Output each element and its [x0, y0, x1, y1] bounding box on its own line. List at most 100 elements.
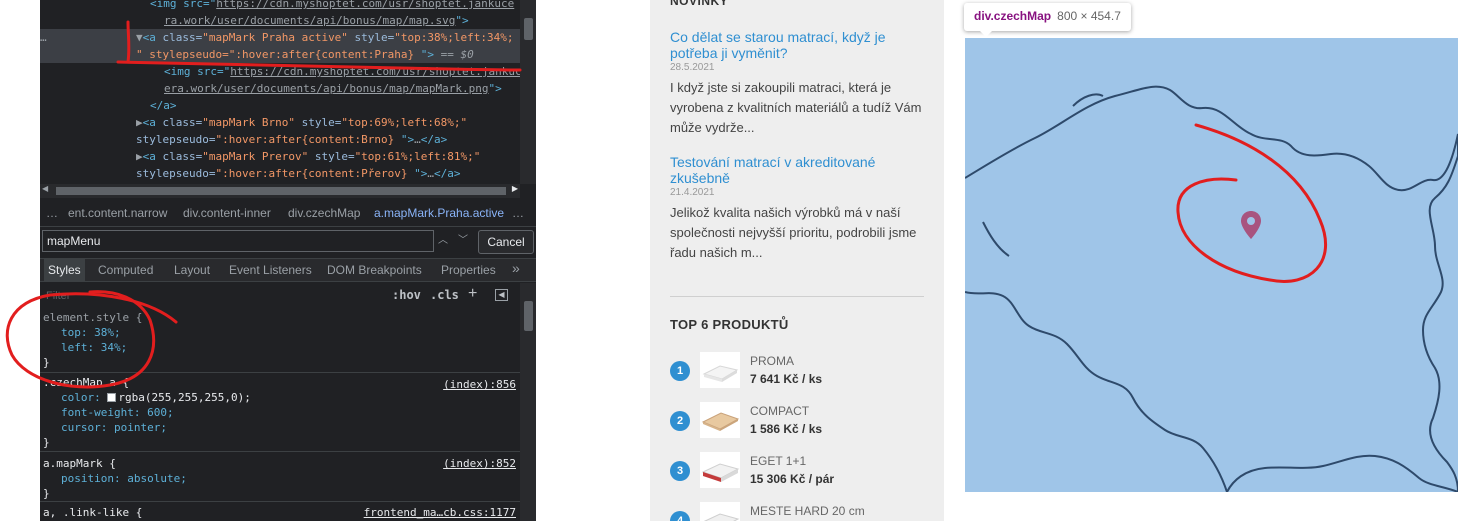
tree-line-img-map[interactable]: <img src="https://cdn.myshoptet.com/usr/… [40, 0, 520, 12]
tree-line-img-mark-cont[interactable]: era.work/user/documents/api/bonus/map/ma… [40, 80, 520, 97]
product-image[interactable] [700, 402, 740, 438]
article-excerpt: I když jste si zakoupili matraci, která … [670, 80, 922, 135]
attr-value: ":hover:after{content:Praha} [228, 48, 415, 61]
tree-line-prerov[interactable]: ▶<a class="mapMark Prerov" style="top:61… [40, 148, 520, 165]
product-price: 1 586 Kč / ks [750, 422, 823, 436]
color-swatch-icon[interactable] [107, 393, 117, 402]
rule-source-link[interactable]: (index):852 [443, 456, 516, 471]
search-next-icon[interactable]: ﹀ [454, 231, 472, 251]
attr-value: "top:38%;left:34%; [394, 31, 514, 44]
tab-properties[interactable]: Properties [441, 263, 496, 277]
rule-element-style[interactable]: element.style { top: 38%; left: 34%; } [40, 310, 520, 373]
src-link[interactable]: ra.work/user/documents/api/bonus/map/map… [40, 14, 455, 27]
filter-input[interactable]: Filter [46, 290, 70, 302]
product-item[interactable]: 3 EGET 1+1 15 306 Kč / pár [670, 450, 930, 490]
expand-triangle-icon[interactable]: ▶ [40, 150, 143, 163]
src-link[interactable]: era.work/user/documents/api/bonus/map/ma… [40, 82, 489, 95]
tab-computed[interactable]: Computed [98, 263, 153, 277]
scroll-left-arrow-icon[interactable]: ◀ [42, 184, 48, 193]
tab-dom-breakpoints[interactable]: DOM Breakpoints [327, 263, 422, 277]
search-previous-icon[interactable]: ︿ [434, 231, 452, 251]
product-image[interactable] [700, 352, 740, 388]
tag-end: </a> [420, 133, 448, 146]
tree-line-selected-praha-cont[interactable]: " stylepseudo=":hover:after{content:Prah… [40, 46, 520, 63]
tab-event-listeners[interactable]: Event Listeners [229, 263, 312, 277]
product-item[interactable]: 1 PROMA 7 641 Kč / ks [670, 350, 930, 390]
gutter-dots[interactable]: … [40, 29, 47, 46]
scrollbar-thumb[interactable] [524, 301, 533, 331]
styles-scrollbar[interactable] [520, 283, 536, 521]
collapsed-ellipsis[interactable]: … [414, 133, 421, 146]
scrollbar-thumb[interactable] [56, 187, 506, 195]
article-item: Co dělat se starou matrací, když je potř… [670, 29, 930, 138]
src-link[interactable]: https://cdn.myshoptet.com/usr/shoptet.ja… [216, 0, 514, 10]
attr-name: stylepseudo= [136, 133, 216, 146]
tree-line-brno[interactable]: ▶<a class="mapMark Brno" style="top:69%;… [40, 114, 520, 131]
hov-toggle[interactable]: :hov [392, 288, 421, 302]
breadcrumb-overflow[interactable]: … [46, 206, 58, 220]
breadcrumb-item[interactable]: ent.content.narrow [68, 206, 167, 220]
tab-styles[interactable]: Styles [44, 259, 85, 282]
product-name-link[interactable]: PROMA [750, 354, 794, 368]
toggle-sidebar-icon[interactable]: ◀ [495, 289, 508, 301]
czech-border-outline [965, 85, 1458, 492]
tree-line-prerov-cont[interactable]: stylepseudo=":hover:after{content:Přerov… [40, 165, 520, 182]
scroll-right-arrow-icon[interactable]: ▶ [512, 184, 518, 193]
css-property[interactable]: cursor: pointer; [43, 420, 520, 435]
property-text: cursor: pointer; [61, 421, 167, 434]
breadcrumb-item[interactable]: div.content-inner [183, 206, 271, 220]
czech-map[interactable] [965, 38, 1458, 492]
expand-triangle-icon[interactable]: ▶ [40, 116, 143, 129]
attr-value: "top:69%;left:68%;" [341, 116, 468, 129]
css-property[interactable]: position: absolute; [43, 471, 520, 486]
css-property[interactable]: top: 38%; [43, 325, 520, 340]
map-marker-icon[interactable] [1240, 210, 1262, 240]
tab-layout[interactable]: Layout [174, 263, 210, 277]
tree-line-close-a[interactable]: </a> [40, 97, 520, 114]
collapse-triangle-icon[interactable]: ▼ [40, 31, 143, 44]
tag-close: "> [414, 48, 435, 61]
breadcrumb-item-current[interactable]: a.mapMark.Praha.active [374, 206, 504, 220]
elements-horizontal-scrollbar[interactable]: ◀ ▶ [40, 184, 520, 198]
article-title-link[interactable]: Testování matrací v akreditované zkušebn… [670, 154, 930, 186]
css-property[interactable]: font-weight: 600; [43, 405, 520, 420]
attr-value: ":hover:after{content:Brno} [215, 133, 395, 146]
product-name-link[interactable]: COMPACT [750, 404, 809, 418]
product-image[interactable] [700, 502, 740, 521]
cancel-button[interactable]: Cancel [478, 230, 534, 254]
breadcrumb: … ent.content.narrow div.content-inner d… [40, 202, 536, 224]
breadcrumb-item[interactable]: div.czechMap [288, 206, 360, 220]
rule-source-link[interactable]: (index):856 [443, 377, 516, 392]
search-input[interactable]: mapMenu [42, 230, 434, 252]
elements-vertical-scrollbar[interactable] [520, 0, 536, 184]
tree-line-selected-praha[interactable]: … ▼<a class="mapMark Praha active" style… [40, 29, 520, 46]
tree-line-brno-cont[interactable]: stylepseudo=":hover:after{content:Brno} … [40, 131, 520, 148]
product-name-link[interactable]: EGET 1+1 [750, 454, 806, 468]
scrollbar-thumb[interactable] [524, 18, 533, 40]
rule-a-link-like[interactable]: a, .link-like { frontend_ma…cb.css:1177 [40, 505, 520, 521]
product-item[interactable]: 4 MESTE HARD 20 cm [670, 500, 930, 521]
product-name-link[interactable]: MESTE HARD 20 cm [750, 504, 865, 518]
attr-value: ":hover:after{content:Přerov} [215, 167, 408, 180]
article-title-link[interactable]: Co dělat se starou matrací, když je potř… [670, 29, 930, 61]
breadcrumb-overflow[interactable]: … [512, 206, 524, 220]
tag-open: <a [142, 116, 156, 129]
more-tabs-icon[interactable]: » [512, 260, 520, 276]
rule-czechmap-a[interactable]: .czechMap a { (index):856 color: rgba(25… [40, 375, 520, 452]
cls-toggle[interactable]: .cls [430, 288, 459, 302]
tag-text: "> [455, 14, 469, 27]
tree-line-img-map-cont[interactable]: ra.work/user/documents/api/bonus/map/map… [40, 12, 520, 29]
css-property[interactable]: left: 34%; [43, 340, 520, 355]
product-item[interactable]: 2 COMPACT 1 586 Kč / ks [670, 400, 930, 440]
css-property[interactable]: color: rgba(255,255,255,0); [43, 390, 520, 405]
new-rule-icon[interactable]: + [468, 285, 477, 303]
styles-filter-bar: Filter :hov .cls + ◀ [40, 283, 520, 309]
rule-source-link[interactable]: frontend_ma…cb.css:1177 [364, 505, 516, 520]
top-products-heading: TOP 6 PRODUKTŮ [670, 317, 789, 332]
tree-line-img-mark[interactable]: <img src="https://cdn.myshoptet.com/usr/… [40, 63, 520, 80]
property-text: position: absolute; [61, 472, 187, 485]
src-link[interactable]: https://cdn.myshoptet.com/usr/shoptet.ja… [230, 65, 520, 78]
rule-a-mapmark[interactable]: a.mapMark { (index):852 position: absolu… [40, 454, 520, 502]
product-image[interactable] [700, 452, 740, 488]
rule-close: } [43, 436, 50, 449]
